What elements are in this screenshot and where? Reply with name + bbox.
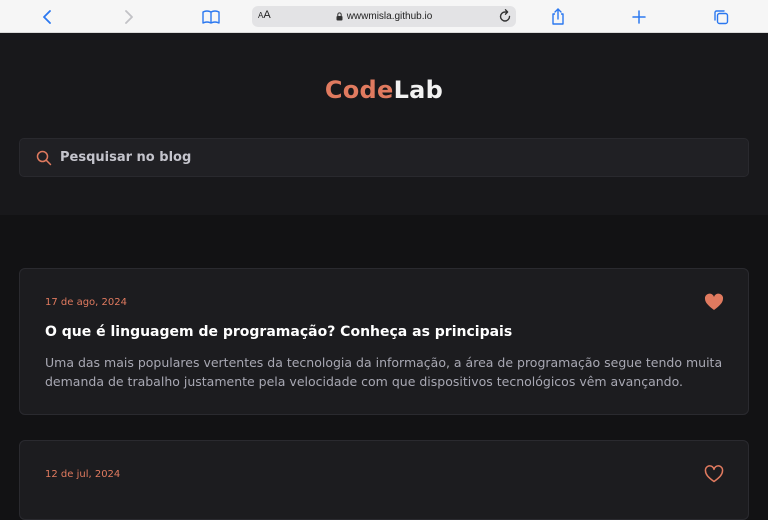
tabs-button[interactable]: [710, 0, 732, 33]
lock-icon: [336, 12, 343, 21]
share-button[interactable]: [547, 0, 569, 33]
share-icon: [552, 8, 564, 25]
reload-icon: [499, 9, 511, 22]
site-header: CodeLab: [0, 33, 768, 215]
search-input[interactable]: [60, 139, 720, 176]
logo-part-code: Code: [324, 76, 394, 104]
post-title[interactable]: O que é linguagem de programação? Conheç…: [45, 324, 512, 340]
search-icon: [36, 150, 52, 166]
new-tab-button[interactable]: [628, 0, 650, 33]
bookmarks-button[interactable]: [200, 0, 222, 33]
address-bar[interactable]: AA wwwmisla.github.io: [252, 6, 516, 27]
post-date: 17 de ago, 2024: [45, 297, 127, 308]
bookmarks-icon: [202, 9, 220, 24]
post-card[interactable]: 17 de ago, 2024 O que é linguagem de pro…: [19, 268, 749, 415]
back-button[interactable]: [36, 0, 58, 33]
tabs-icon: [714, 9, 729, 24]
logo-part-lab: Lab: [393, 76, 444, 104]
post-excerpt: Uma das mais populares vertentes da tecn…: [45, 355, 723, 389]
site-logo[interactable]: CodeLab: [0, 76, 768, 104]
browser-toolbar: AA wwwmisla.github.io: [0, 0, 768, 33]
heart-outline-icon: [704, 465, 724, 483]
search-box: [19, 138, 749, 177]
new-tab-icon: [632, 9, 646, 24]
like-button[interactable]: [704, 293, 724, 316]
forward-icon: [125, 9, 133, 24]
reload-button[interactable]: [498, 8, 512, 29]
post-date: 12 de jul, 2024: [45, 469, 121, 480]
post-card[interactable]: 12 de jul, 2024: [19, 440, 749, 520]
heart-filled-icon: [704, 293, 724, 310]
url-text: wwwmisla.github.io: [346, 11, 433, 22]
like-button[interactable]: [704, 465, 724, 488]
back-icon: [43, 9, 51, 24]
forward-button[interactable]: [118, 0, 140, 33]
